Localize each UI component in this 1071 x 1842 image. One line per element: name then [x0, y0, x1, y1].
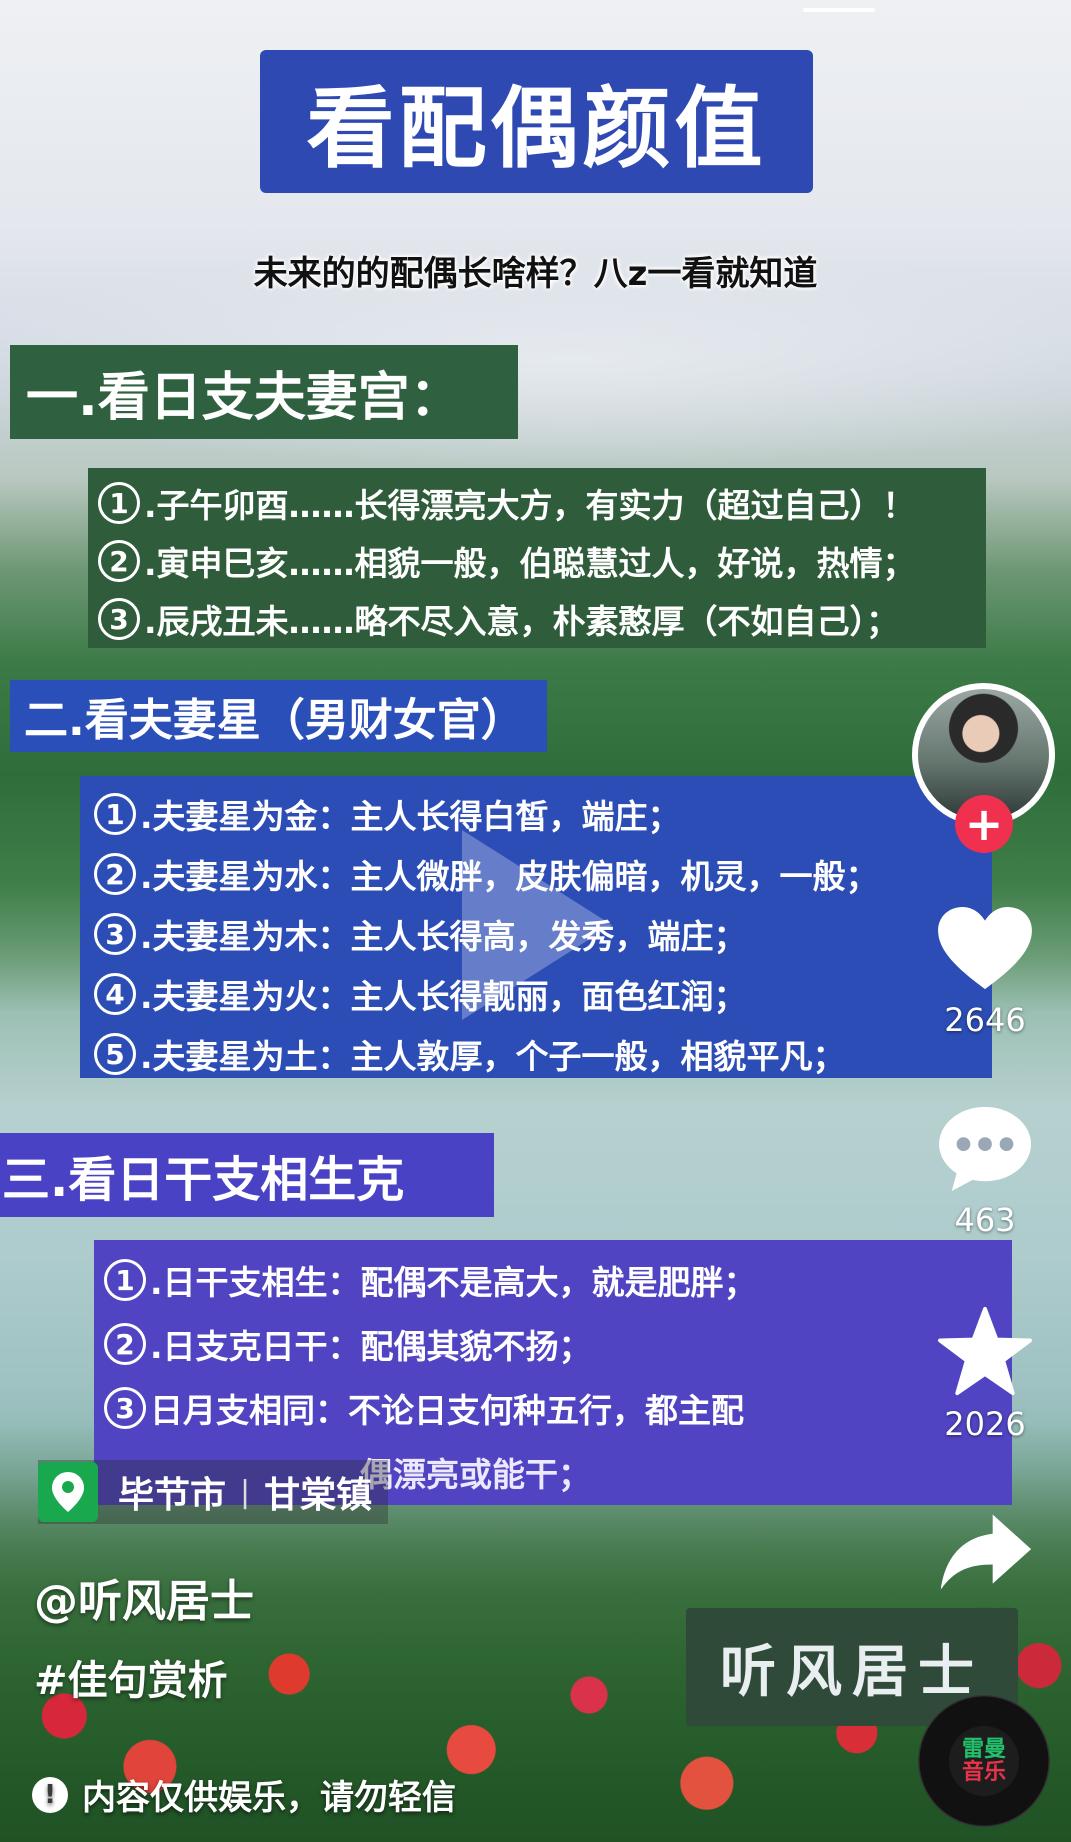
author-name[interactable]: @听风居士: [34, 1565, 254, 1629]
like-button[interactable]: 2646: [930, 905, 1040, 1039]
title-banner: 看配偶颜值: [260, 50, 813, 193]
location-tag[interactable]: 毕节市 | 甘棠镇: [38, 1460, 389, 1524]
comment-icon: [939, 1106, 1031, 1192]
item-text: .寅申巳亥……相貌一般，伯聪慧过人，好说，热情；: [144, 544, 916, 583]
list-item: 2 .日支克日干：配偶其貌不扬；: [104, 1312, 1012, 1376]
play-icon[interactable]: [462, 830, 612, 1020]
number-badge: 2: [98, 540, 140, 582]
list-item: 3 .辰戌丑未……略不尽入意，朴素憨厚（不如自己）；: [98, 590, 986, 648]
list-item: 2 .寅申巳亥……相貌一般，伯聪慧过人，好说，热情；: [98, 532, 986, 590]
progress-indicator: [803, 8, 875, 12]
number-badge: 3: [104, 1387, 146, 1429]
music-disc-icon[interactable]: 雷曼 音乐: [918, 1695, 1050, 1827]
warning-icon: !: [32, 1776, 68, 1813]
music-label-line2: 音乐: [961, 1760, 1006, 1785]
disclaimer: ! 内容仅供娱乐，请勿轻信: [32, 1770, 456, 1819]
list-item: 5 .夫妻星为土：主人敦厚，个子一般，相貌平凡；: [94, 1024, 992, 1084]
location-city: 毕节市: [118, 1475, 227, 1516]
heart-icon: [938, 906, 1032, 990]
section-3-heading: 三.看日干支相生克: [0, 1133, 494, 1217]
location-separator: |: [240, 1474, 251, 1510]
item-text: .夫妻星为土：主人敦厚，个子一般，相貌平凡；: [140, 1037, 846, 1076]
number-badge: 1: [98, 482, 140, 524]
list-item: 3 日月支相同：不论日支何种五行，都主配: [104, 1376, 1012, 1440]
item-text: .日干支相生：配偶不是高大，就是肥胖；: [150, 1263, 757, 1302]
star-icon: [938, 1306, 1032, 1396]
share-icon: [940, 1514, 1032, 1590]
music-label-line1: 雷曼: [961, 1736, 1006, 1762]
like-count: 2646: [944, 1001, 1026, 1039]
number-badge: 2: [104, 1323, 146, 1365]
item-text: .日支克日干：配偶其貌不扬；: [150, 1327, 592, 1366]
comment-button[interactable]: 463: [930, 1105, 1040, 1239]
number-badge: 2: [94, 853, 136, 895]
subtitle: 未来的的配偶长啥样？八z一看就知道: [253, 254, 818, 294]
section-2-heading: 二.看夫妻星（男财女官）: [10, 680, 547, 752]
hashtag-link[interactable]: #佳句赏析: [34, 1648, 228, 1706]
location-town: 甘棠镇: [264, 1475, 373, 1516]
list-item: 1 .日干支相生：配偶不是高大，就是肥胖；: [104, 1248, 1012, 1312]
item-text: 日月支相同：不论日支何种五行，都主配: [150, 1391, 744, 1430]
page-title: 看配偶颜值: [306, 77, 767, 180]
number-badge: 3: [98, 598, 140, 640]
number-badge: 1: [104, 1259, 146, 1301]
disclaimer-text: 内容仅供娱乐，请勿轻信: [82, 1778, 456, 1818]
number-badge: 3: [94, 913, 136, 955]
follow-button[interactable]: +: [955, 795, 1013, 853]
item-text: .夫妻星为木：主人长得高，发秀，端庄；: [140, 917, 747, 956]
comment-count: 463: [954, 1201, 1016, 1239]
section-1-panel: 1 .子午卯酉……长得漂亮大方，有实力（超过自己）！ 2 .寅申巳亥……相貌一般…: [88, 468, 986, 648]
favorite-count: 2026: [944, 1405, 1026, 1443]
favorite-button[interactable]: 2026: [930, 1305, 1040, 1443]
number-badge: 1: [94, 793, 136, 835]
item-text: .辰戌丑未……略不尽入意，朴素憨厚（不如自己）；: [144, 602, 900, 641]
music-label: 雷曼 音乐: [949, 1726, 1019, 1796]
item-text: .子午卯酉……长得漂亮大方，有实力（超过自己）！: [144, 486, 916, 525]
list-item: 1 .子午卯酉……长得漂亮大方，有实力（超过自己）！: [98, 474, 986, 532]
number-badge: 4: [94, 973, 136, 1015]
location-pin-icon: [38, 1462, 98, 1522]
item-text: .夫妻星为火：主人长得靓丽，面色红润；: [140, 977, 747, 1016]
section-1-heading: 一.看日支夫妻宫：: [10, 345, 518, 439]
number-badge: 5: [94, 1033, 136, 1075]
